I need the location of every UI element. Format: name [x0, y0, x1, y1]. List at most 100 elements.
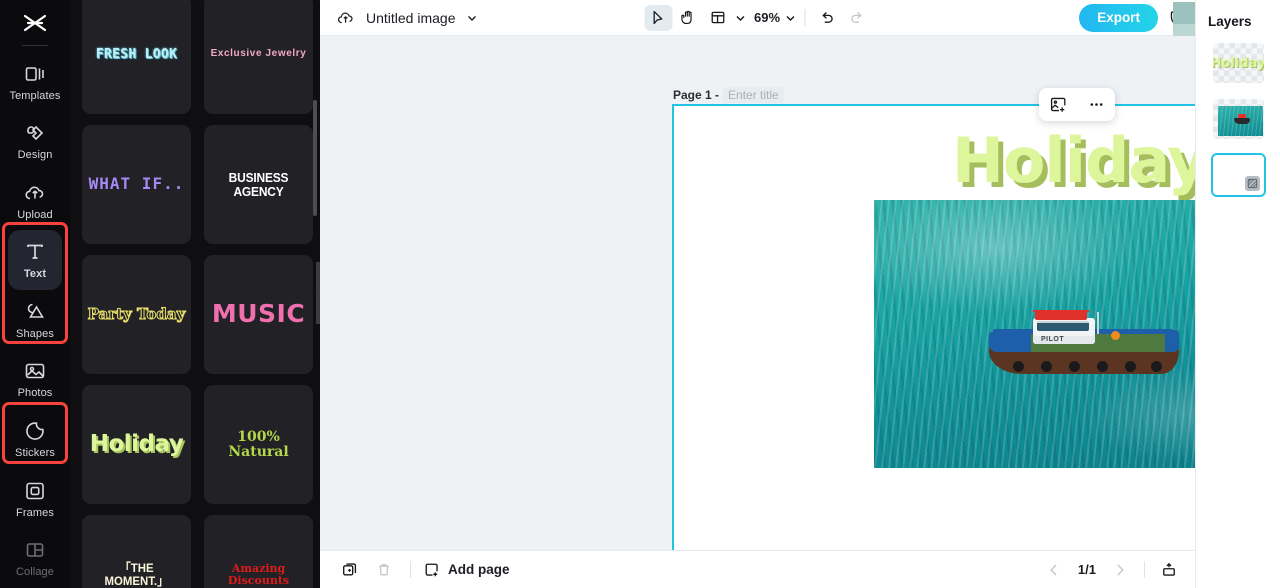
image-plus-icon — [1050, 97, 1065, 112]
chevron-down-icon[interactable] — [466, 12, 478, 24]
frames-icon — [26, 482, 44, 499]
layer-thumbnail-label: Holiday — [1210, 55, 1266, 71]
template-label: MUSIC — [211, 299, 306, 329]
duplicate-page-icon — [343, 562, 357, 576]
bottom-separator — [1144, 561, 1145, 578]
present-button[interactable] — [1155, 557, 1183, 583]
document-title[interactable]: Untitled image — [366, 10, 456, 26]
toolbar-separator — [804, 9, 806, 26]
shapes-icon — [27, 303, 44, 318]
chevron-down-icon[interactable] — [784, 12, 796, 24]
sidebar-item-stickers[interactable]: Stickers — [8, 409, 62, 469]
template-label: BUSINESS AGENCY — [228, 169, 289, 199]
layer-item-image-boat[interactable] — [1211, 97, 1266, 141]
page-title-input[interactable]: Enter title — [723, 87, 784, 103]
sticker-icon — [26, 422, 44, 440]
replace-image-button[interactable] — [1049, 95, 1068, 114]
undo-button[interactable] — [813, 5, 841, 31]
page-label-row: Page 1 - Enter title — [673, 87, 784, 103]
next-page-button[interactable] — [1106, 557, 1134, 583]
redo-button[interactable] — [843, 5, 871, 31]
sidebar-label-photos: Photos — [17, 387, 53, 400]
templates-grid: FRESH LOOK Exclusive Jewelry WHAT IF.. B… — [70, 0, 320, 588]
template-card[interactable]: WHAT IF.. — [82, 125, 191, 244]
cloud-upload-icon[interactable] — [336, 8, 356, 28]
template-label: Exclusive Jewelry — [210, 48, 307, 60]
template-label: Party Today — [87, 304, 186, 323]
template-label: 100% Natural — [228, 428, 289, 460]
template-card[interactable]: 「THE MOMENT.」 — [82, 515, 191, 588]
text-icon — [27, 244, 43, 260]
template-card[interactable]: Holiday — [82, 385, 191, 504]
templates-panel: FRESH LOOK Exclusive Jewelry WHAT IF.. B… — [70, 0, 320, 588]
artwork-headline-text[interactable]: Holiday — [952, 124, 1195, 197]
page-nav-group: 1/1 — [1040, 557, 1183, 583]
layer-item-background[interactable] — [1210, 153, 1266, 197]
sidebar-item-templates[interactable]: Templates — [8, 52, 62, 112]
template-label: Amazing Discounts — [227, 561, 290, 587]
templates-scrollbar[interactable] — [313, 100, 317, 216]
boat-illustration: PILOT — [989, 310, 1179, 374]
templates-icon — [25, 66, 44, 81]
sidebar-item-collage[interactable]: Collage — [8, 528, 62, 588]
sidebar-item-design[interactable]: Design — [8, 111, 62, 171]
delete-page-button[interactable] — [370, 557, 398, 583]
sidebar-label-upload: Upload — [17, 208, 53, 221]
sidebar-item-frames[interactable]: Frames — [8, 469, 62, 529]
template-label: FRESH LOOK — [95, 46, 178, 62]
sidebar-label-stickers: Stickers — [15, 446, 55, 459]
layers-title: Layers — [1208, 14, 1252, 29]
app-logo[interactable] — [0, 4, 70, 42]
cursor-arrow-icon — [653, 10, 663, 25]
present-icon — [1163, 562, 1175, 576]
add-page-button[interactable]: Add page — [423, 561, 510, 579]
template-card[interactable]: Exclusive Jewelry — [204, 0, 313, 114]
sidebar-label-text: Text — [23, 268, 47, 281]
sidebar-item-text[interactable]: Text — [8, 230, 62, 291]
sidebar-item-photos[interactable]: Photos — [8, 350, 62, 410]
layer-item-text-holiday[interactable]: Holiday — [1211, 41, 1266, 85]
hand-tool-button[interactable] — [674, 5, 702, 31]
chevron-left-icon — [319, 292, 320, 294]
chevron-right-icon — [1117, 563, 1124, 576]
main-area: Untitled image 69% Export Page 1 - Enter… — [320, 0, 1195, 588]
toolbar-left-group: Untitled image — [336, 8, 478, 28]
template-card[interactable]: BUSINESS AGENCY — [204, 125, 313, 244]
select-tool-button[interactable] — [643, 4, 672, 31]
duplicate-page-button[interactable] — [336, 557, 364, 583]
trash-icon — [378, 563, 390, 575]
template-card[interactable]: MUSIC — [204, 255, 313, 374]
panel-collapse-handle[interactable] — [316, 262, 320, 324]
sidebar-divider — [22, 44, 48, 46]
canvas-page[interactable]: Holiday PILOT — [672, 104, 1195, 550]
more-options-button[interactable] — [1087, 95, 1106, 114]
template-card[interactable]: 100% Natural — [204, 385, 313, 504]
layer-thumbnail-image — [1217, 106, 1263, 136]
design-icon — [27, 125, 44, 141]
top-toolbar: Untitled image 69% Export — [320, 0, 1195, 36]
sidebar-item-shapes[interactable]: Shapes — [8, 290, 62, 350]
zoom-level-value[interactable]: 69% — [752, 10, 782, 25]
sidebar-item-upload[interactable]: Upload — [8, 171, 62, 231]
collage-icon — [26, 543, 44, 557]
artwork-photo-boat[interactable]: PILOT — [874, 200, 1195, 468]
user-avatar[interactable] — [1167, 0, 1195, 36]
hand-icon — [681, 10, 692, 25]
template-card[interactable]: Party Today — [82, 255, 191, 374]
layout-tool-button[interactable] — [704, 5, 732, 31]
add-page-label: Add page — [448, 562, 510, 577]
left-sidebar: Templates Design Upload Text Shapes Phot… — [0, 0, 70, 588]
chevron-down-icon[interactable] — [734, 12, 746, 24]
template-card[interactable]: FRESH LOOK — [82, 0, 191, 114]
template-label: Holiday — [89, 431, 184, 458]
sidebar-label-frames: Frames — [16, 506, 54, 519]
export-button[interactable]: Export — [1079, 3, 1158, 32]
redo-arrow-icon — [851, 12, 862, 23]
background-icon — [1247, 178, 1257, 189]
sidebar-label-templates: Templates — [9, 89, 61, 102]
template-card[interactable]: Amazing Discounts — [204, 515, 313, 588]
chevron-left-icon — [1050, 563, 1057, 576]
canvas-stage: Page 1 - Enter title Holiday PILOT — [320, 36, 1195, 550]
prev-page-button[interactable] — [1040, 557, 1068, 583]
template-label: 「THE MOMENT.」 — [104, 560, 169, 588]
